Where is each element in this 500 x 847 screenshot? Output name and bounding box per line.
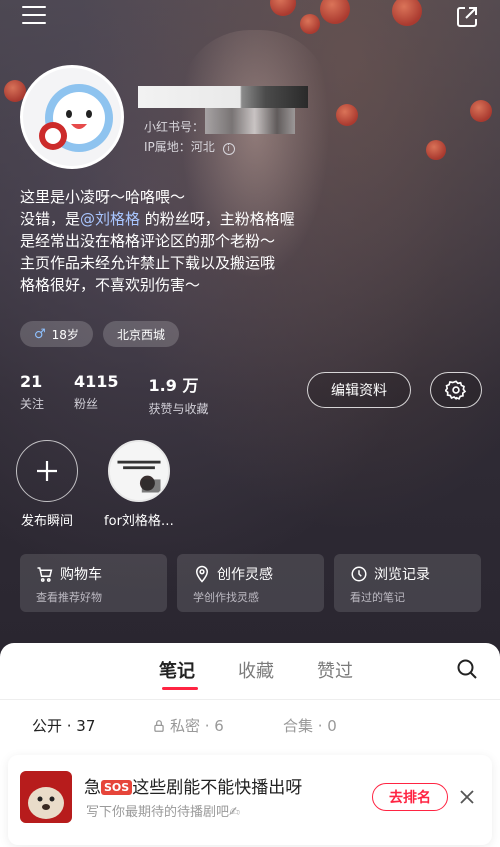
stat-label: 粉丝 [74,397,99,411]
profile-stats: 21 关注 4115 粉丝 1.9 万 获赞与收藏 [20,372,239,417]
ip-location-text: IP属地：河北 [144,140,215,154]
close-icon[interactable] [459,789,475,805]
moment-thumbnail [108,440,170,502]
moment-label: for刘格格… [104,514,174,529]
subtab-public[interactable]: 公开 · 37 [32,715,95,736]
user-id-redacted [205,108,295,134]
user-id-label: 小红书号： [144,120,205,134]
location-pin-icon [195,565,209,583]
ip-location: IP属地：河北 i [144,138,235,155]
shortcut-subtitle: 看过的笔记 [350,591,405,604]
active-tab-indicator [162,687,198,690]
share-icon[interactable] [454,4,480,30]
tab-liked[interactable]: 赞过 [317,657,353,683]
shortcut-inspiration[interactable]: 创作灵感 学创作找灵感 [177,554,324,612]
settings-button[interactable] [430,372,482,408]
lock-icon [154,719,164,732]
shortcut-subtitle: 查看推荐好物 [36,591,102,604]
stat-following[interactable]: 21 关注 [20,372,44,417]
subtab-private[interactable]: 私密 · 6 [152,715,224,736]
promo-thumbnail [20,771,72,823]
promo-title-text: 急 [84,778,101,798]
content-tabs: 笔记 收藏 赞过 [0,657,500,687]
mention-link[interactable]: @刘格格 [80,210,140,228]
stat-label: 关注 [20,397,45,411]
moment-label: 发布瞬间 [20,514,73,529]
shortcut-cart[interactable]: 购物车 查看推荐好物 [20,554,167,612]
promo-title: 急 SOS 这些剧能不能快播出呀 [84,773,302,798]
promo-subtitle: 写下你最期待的待播剧吧✍ [86,805,240,820]
info-icon[interactable]: i [222,143,235,155]
bio-line: 格格很好，不喜欢别伤害～ [20,276,201,294]
subtab-collection[interactable]: 合集 · 0 [283,715,337,736]
username-redacted [138,86,308,108]
bio: 这里是小凌呀～哈咯喂～ 没错，是@刘格格 的粉丝呀，主粉格格喔 是经常出没在格格… [20,186,480,296]
bio-text: 的粉丝呀，主粉格格喔 [140,210,295,228]
subtab-label: 私密 · 6 [170,717,224,735]
shortcut-title: 浏览记录 [374,567,430,583]
shortcut-subtitle: 学创作找灵感 [193,591,259,604]
menu-icon[interactable] [22,6,46,26]
promo-title-text: 这些剧能不能快播出呀 [132,778,303,798]
edit-profile-button[interactable]: 编辑资料 [307,372,411,408]
stat-number: 4115 [74,372,119,391]
divider [0,699,500,700]
tab-collect[interactable]: 收藏 [238,657,274,683]
gear-icon [445,380,467,401]
male-icon: ♂ [34,326,46,342]
tab-notes[interactable]: 笔记 [159,657,195,683]
stat-followers[interactable]: 4115 粉丝 [74,372,119,417]
stat-likes-collects[interactable]: 1.9 万 获赞与收藏 [149,372,209,417]
bio-line: 没错，是@刘格格 的粉丝呀，主粉格格喔 [20,208,480,230]
clock-icon [351,566,367,582]
bio-line: 主页作品未经允许禁止下载以及搬运哦 [20,254,276,272]
location-tag: 北京西城 [102,321,179,347]
bio-text: 没错，是 [20,210,81,228]
shortcut-title: 购物车 [60,567,102,583]
age-text: 18岁 [51,327,79,342]
bio-line: 这里是小凌呀～哈咯喂～ [20,188,186,206]
post-moment[interactable]: 发布瞬间 [4,440,90,529]
shortcut-history[interactable]: 浏览记录 看过的笔记 [334,554,481,612]
moment-story[interactable]: for刘格格… [96,440,182,529]
stat-label: 获赞与收藏 [148,402,209,416]
avatar[interactable] [20,65,124,169]
search-icon[interactable] [455,657,479,681]
rank-button[interactable]: 去排名 [372,783,448,811]
content-sheet: 笔记 收藏 赞过 公开 · 37 私密 · 6 合集 · 0 急 SOS 这些剧能不… [0,643,500,847]
shortcut-title: 创作灵感 [217,567,273,583]
plus-icon [16,440,78,502]
cart-icon [37,567,53,582]
profile-tags: ♂ 18岁 北京西城 [20,321,179,347]
sos-badge: SOS [101,780,133,795]
stat-number: 21 [20,372,43,391]
stat-number: 1.9 万 [148,376,199,395]
bio-line: 是经常出没在格格评论区的那个老粉～ [20,232,276,250]
location-text: 北京西城 [116,327,165,342]
age-tag: ♂ 18岁 [20,321,93,347]
